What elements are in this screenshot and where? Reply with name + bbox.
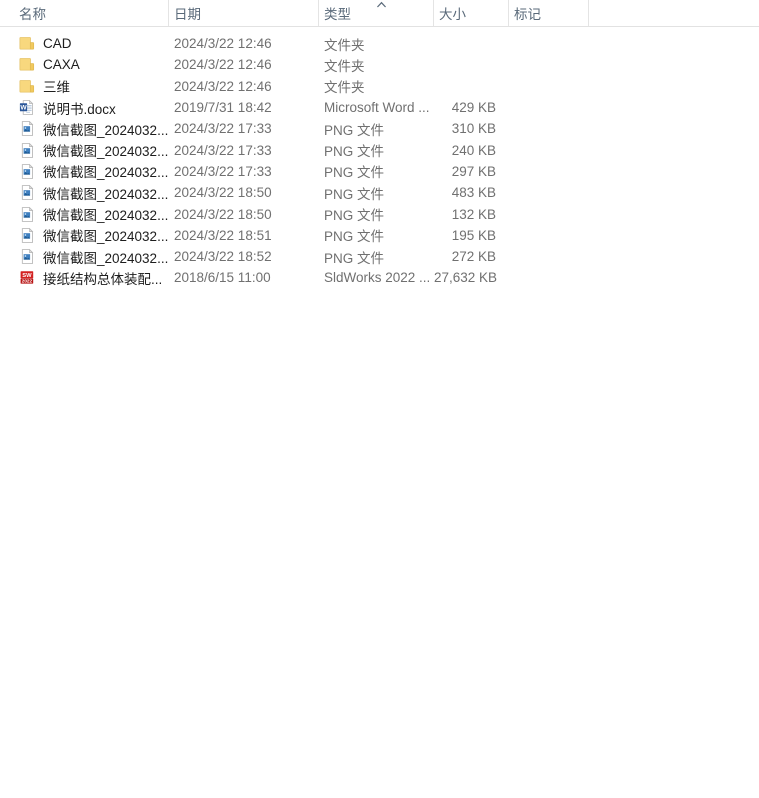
file-type-cell: PNG 文件 [324, 208, 385, 224]
svg-text:W: W [20, 105, 27, 112]
file-name-label: 接纸结构总体装配... [43, 271, 163, 287]
file-size-cell: 132 KB [451, 206, 496, 222]
file-name-cell[interactable]: 微信截图_2024032... [14, 225, 169, 245]
file-name-label: 微信截图_2024032... [43, 208, 169, 224]
file-row[interactable]: 微信截图_2024032... 2024/3/22 18:50 PNG 文件 483 … [0, 182, 759, 203]
file-date-cell: 2024/3/22 12:46 [174, 36, 272, 52]
file-size-cell: 310 KB [451, 121, 496, 137]
folder-icon [19, 35, 36, 52]
file-name-cell[interactable]: 微信截图_2024032... [14, 119, 169, 139]
file-type-cell: Microsoft Word ... [324, 100, 430, 116]
file-type-cell: SldWorks 2022 ... [324, 270, 431, 286]
file-name-label: 微信截图_2024032... [43, 229, 169, 245]
file-size-cell: 240 KB [451, 142, 496, 158]
file-name-label: 微信截图_2024032... [43, 144, 169, 160]
file-row[interactable]: W 说明书.docx 2019/7/31 18:42 Microsoft Word … [0, 97, 759, 118]
file-name-cell[interactable]: 微信截图_2024032... [14, 204, 169, 224]
file-date-cell: 2024/3/22 18:50 [174, 185, 272, 201]
file-size-cell: 297 KB [451, 163, 496, 179]
file-name-label: CAD [43, 36, 72, 52]
file-size-cell: 272 KB [451, 249, 496, 265]
folder-icon [19, 78, 36, 95]
svg-text:2022: 2022 [22, 279, 33, 284]
png-image-icon [19, 206, 36, 223]
file-name-label: 微信截图_2024032... [43, 250, 169, 266]
file-name-label: CAXA [43, 57, 80, 73]
file-type-cell: PNG 文件 [324, 122, 385, 138]
column-header-tags[interactable]: 标记 [509, 0, 589, 26]
file-date-cell: 2024/3/22 18:50 [174, 206, 272, 222]
file-row[interactable]: 微信截图_2024032... 2024/3/22 17:33 PNG 文件 297 … [0, 161, 759, 182]
file-row[interactable]: 微信截图_2024032... 2024/3/22 18:51 PNG 文件 195 … [0, 225, 759, 246]
file-date-cell: 2024/3/22 18:51 [174, 227, 272, 243]
column-header-date-label: 日期 [174, 6, 201, 22]
png-image-icon [19, 227, 36, 244]
file-row[interactable]: 微信截图_2024032... 2024/3/22 18:52 PNG 文件 272 … [0, 246, 759, 267]
png-image-icon [19, 120, 36, 137]
file-name-label: 微信截图_2024032... [43, 122, 169, 138]
file-type-cell: PNG 文件 [324, 165, 385, 181]
png-image-icon [19, 163, 36, 180]
file-date-cell: 2024/3/22 18:52 [174, 249, 272, 265]
file-name-cell[interactable]: SW 2022 接纸结构总体装配... [14, 268, 169, 288]
file-type-cell: PNG 文件 [324, 250, 385, 266]
png-image-icon [19, 184, 36, 201]
word-doc-icon: W [19, 99, 36, 116]
file-type-cell: 文件夹 [324, 37, 365, 53]
file-row[interactable]: 微信截图_2024032... 2024/3/22 17:33 PNG 文件 240 … [0, 139, 759, 160]
file-date-cell: 2019/7/31 18:42 [174, 100, 272, 116]
file-size-cell: 483 KB [451, 185, 496, 201]
file-name-cell[interactable]: 微信截图_2024032... [14, 140, 169, 160]
file-row[interactable]: CAD 2024/3/22 12:46 文件夹 [0, 33, 759, 54]
column-header-type-label: 类型 [324, 6, 351, 22]
folder-icon [19, 56, 36, 73]
file-date-cell: 2018/6/15 11:00 [174, 270, 271, 286]
file-name-cell[interactable]: 微信截图_2024032... [14, 161, 169, 181]
file-row[interactable]: 微信截图_2024032... 2024/3/22 18:50 PNG 文件 132 … [0, 203, 759, 224]
solidworks-icon: SW 2022 [19, 269, 36, 286]
png-image-icon [19, 248, 36, 265]
file-name-label: 三维 [43, 80, 70, 96]
file-name-cell[interactable]: 三维 [14, 76, 169, 96]
file-date-cell: 2024/3/22 17:33 [174, 163, 272, 179]
file-name-cell[interactable]: 微信截图_2024032... [14, 247, 169, 267]
png-image-icon [19, 142, 36, 159]
file-date-cell: 2024/3/22 17:33 [174, 121, 272, 137]
column-header-size-label: 大小 [439, 6, 466, 22]
file-type-cell: PNG 文件 [324, 229, 385, 245]
file-row[interactable]: CAXA 2024/3/22 12:46 文件夹 [0, 54, 759, 75]
file-name-cell[interactable]: 微信截图_2024032... [14, 183, 169, 203]
file-row[interactable]: 微信截图_2024032... 2024/3/22 17:33 PNG 文件 310 … [0, 118, 759, 139]
file-date-cell: 2024/3/22 17:33 [174, 142, 272, 158]
file-name-cell[interactable]: W 说明书.docx [14, 98, 169, 118]
file-name-cell[interactable]: CAXA [14, 56, 169, 73]
file-size-cell: 429 KB [451, 100, 496, 116]
file-name-cell[interactable]: CAD [14, 35, 169, 52]
file-type-cell: PNG 文件 [324, 144, 385, 160]
file-size-cell: 27,632 KB [434, 270, 498, 286]
file-list: CAD 2024/3/22 12:46 文件夹 CAXA 2024/3/22 12:4… [0, 27, 759, 289]
file-name-label: 微信截图_2024032... [43, 165, 169, 181]
column-header-name[interactable]: 名称 [14, 0, 169, 26]
file-name-label: 说明书.docx [43, 101, 116, 117]
column-header-size[interactable]: 大小 [434, 0, 509, 26]
file-row[interactable]: 三维 2024/3/22 12:46 文件夹 [0, 76, 759, 97]
column-header-type[interactable]: 类型 [319, 0, 434, 26]
file-type-cell: 文件夹 [324, 80, 365, 96]
file-row[interactable]: SW 2022 接纸结构总体装配... 2018/6/15 11:00 SldWor… [0, 267, 759, 288]
file-size-cell: 195 KB [451, 227, 496, 243]
column-header-name-label: 名称 [19, 6, 46, 22]
column-header-tags-label: 标记 [514, 6, 541, 22]
file-type-cell: PNG 文件 [324, 186, 385, 202]
file-date-cell: 2024/3/22 12:46 [174, 57, 272, 73]
file-list-column-header: 名称 日期 类型 大小 标记 [0, 0, 759, 27]
file-name-label: 微信截图_2024032... [43, 186, 169, 202]
file-type-cell: 文件夹 [324, 58, 365, 74]
file-date-cell: 2024/3/22 12:46 [174, 78, 272, 94]
column-header-date[interactable]: 日期 [169, 0, 319, 26]
